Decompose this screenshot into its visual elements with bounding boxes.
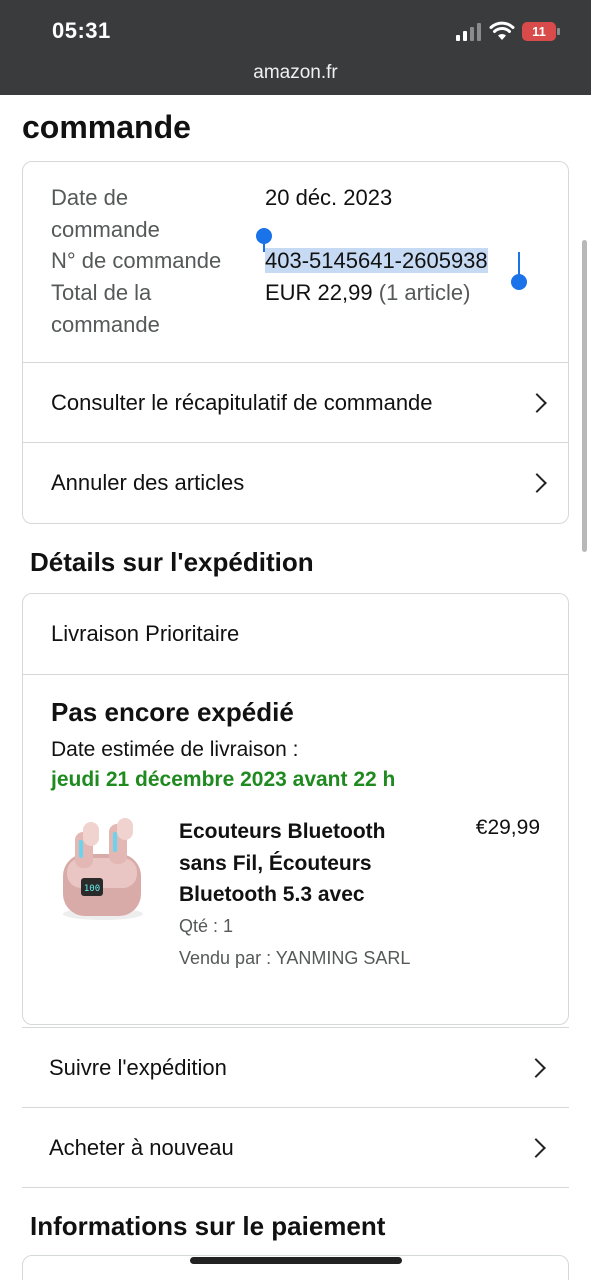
buy-again-label: Acheter à nouveau xyxy=(49,1134,234,1160)
order-number-label: N° de commande xyxy=(51,248,222,273)
divider xyxy=(22,1187,569,1189)
product-seller: Vendu par : YANMING SARL xyxy=(179,948,411,968)
shipment-status: Pas encore expédié xyxy=(51,697,294,727)
battery-icon: 11 xyxy=(522,22,560,41)
payment-section-title: Informations sur le paiement xyxy=(30,1211,386,1241)
buy-again-row[interactable]: Acheter à nouveau xyxy=(22,1107,569,1187)
signal-icon xyxy=(456,23,482,41)
order-date-label: Date de commande xyxy=(51,185,160,242)
product-quantity: Qté : 1 xyxy=(179,916,234,936)
cancel-items-label: Annuler des articles xyxy=(51,470,245,495)
shipping-section-title: Détails sur l'expédition xyxy=(30,547,314,577)
order-total-amount: EUR 22,99 xyxy=(265,280,373,305)
product-name[interactable]: Ecouteurs Bluetooth sans Fil, Écouteurs … xyxy=(179,816,439,911)
svg-text:100: 100 xyxy=(84,884,100,894)
order-date-value: 20 déc. 2023 xyxy=(265,185,393,210)
shipping-method: Livraison Prioritaire xyxy=(51,621,240,646)
track-shipment-label: Suivre l'expédition xyxy=(49,1054,227,1080)
order-number-selection[interactable]: 403-5145641-2605938 xyxy=(265,248,488,273)
status-bar: 05:31 11 amazon.fr xyxy=(0,0,591,95)
home-indicator[interactable] xyxy=(190,1257,402,1264)
selection-start-handle[interactable] xyxy=(256,228,272,252)
track-shipment-row[interactable]: Suivre l'expédition xyxy=(22,1027,569,1107)
url-bar[interactable]: amazon.fr xyxy=(0,62,591,84)
order-card: Date de commande 20 déc. 2023 N° de comm… xyxy=(22,161,569,524)
chevron-right-icon xyxy=(526,1137,546,1158)
status-time: 05:31 xyxy=(52,18,111,43)
shipping-card: Livraison Prioritaire Pas encore expédié… xyxy=(22,593,569,1025)
order-info: Date de commande 20 déc. 2023 N° de comm… xyxy=(23,162,568,362)
product-item[interactable]: 100 Ecouteurs Bluetooth sans Fil, Écoute… xyxy=(51,814,540,984)
scrollbar[interactable] xyxy=(582,240,587,552)
delivery-estimate-date: jeudi 21 décembre 2023 avant 22 h xyxy=(51,768,396,791)
selection-end-handle[interactable] xyxy=(511,252,527,290)
product-price: €29,99 xyxy=(475,816,540,839)
view-order-summary-row[interactable]: Consulter le récapitulatif de commande xyxy=(23,362,568,442)
chevron-right-icon xyxy=(527,473,547,493)
battery-level: 11 xyxy=(532,24,546,39)
product-image[interactable]: 100 xyxy=(53,814,153,924)
shipment-details: Pas encore expédié Date estimée de livra… xyxy=(23,674,568,1024)
order-number-value[interactable]: 403-5145641-2605938 xyxy=(265,245,488,277)
page-content: commande Date de commande 20 déc. 2023 N… xyxy=(0,95,591,1280)
order-total-items: (1 article) xyxy=(378,280,471,305)
shipping-method-row: Livraison Prioritaire xyxy=(23,594,568,674)
chevron-right-icon xyxy=(527,392,547,413)
delivery-estimate-label: Date estimée de livraison : xyxy=(51,738,299,761)
view-order-summary-label: Consulter le récapitulatif de commande xyxy=(51,389,433,415)
order-total-value: EUR 22,99 (1 article) xyxy=(265,277,470,309)
page-title: commande xyxy=(22,109,191,145)
chevron-right-icon xyxy=(526,1057,546,1078)
wifi-icon xyxy=(489,21,515,40)
order-total-label: Total de la commande xyxy=(51,280,160,337)
cancel-items-row[interactable]: Annuler des articles xyxy=(23,442,568,523)
